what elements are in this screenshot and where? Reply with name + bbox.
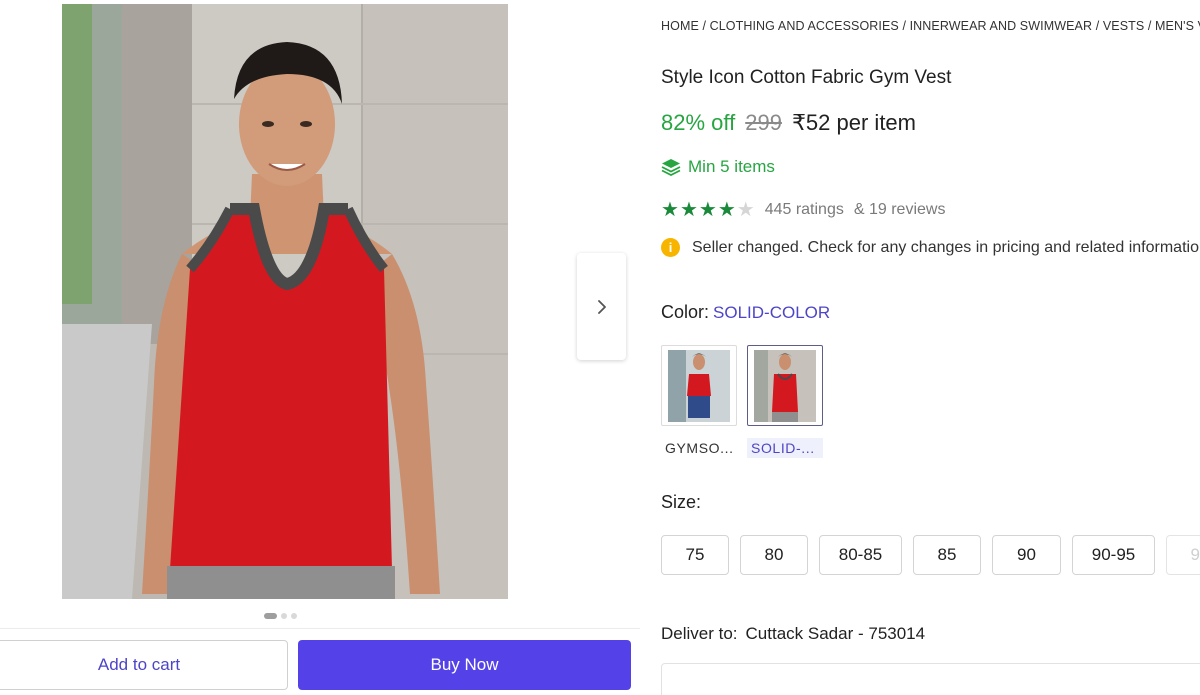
reviews-count: & 19 reviews <box>853 201 946 218</box>
color-swatch[interactable]: GYMSO... <box>661 345 737 458</box>
star-icon: ★ <box>679 199 698 221</box>
price-row: 82% off 299 ₹52 per item <box>661 110 916 136</box>
pagination-dot[interactable] <box>264 613 277 619</box>
pagination-dot[interactable] <box>291 613 297 619</box>
selling-price: ₹52 per item <box>791 110 916 135</box>
breadcrumb[interactable]: HOME / CLOTHING AND ACCESSORIES / INNERW… <box>661 19 1200 33</box>
swatch-label: SOLID-... <box>747 438 823 458</box>
info-icon: i <box>661 238 680 257</box>
rating-stars: ★ ★ ★ ★ ★ <box>661 200 755 220</box>
color-selector-heading: Color: SOLID-COLOR <box>661 302 830 323</box>
deliver-location-value: Cuttack Sadar - 753014 <box>745 624 926 643</box>
size-option[interactable]: 85 <box>913 535 981 575</box>
cta-bar: Add to cart Buy Now <box>0 628 640 695</box>
size-option[interactable]: 90-95 <box>1072 535 1155 575</box>
next-image-button[interactable] <box>577 253 626 360</box>
ratings-count: 445 ratings <box>764 201 844 218</box>
swatch-image <box>754 349 816 422</box>
deliver-to-label: Deliver to: <box>661 624 738 643</box>
size-option[interactable]: 75 <box>661 535 729 575</box>
color-selected-value: SOLID-COLOR <box>713 303 831 322</box>
image-pagination <box>264 613 297 619</box>
product-photo <box>62 4 508 599</box>
size-options: 75 80 80-85 85 90 90-95 95 <box>661 535 1200 575</box>
buy-now-button[interactable]: Buy Now <box>298 640 631 690</box>
swatch-image <box>668 349 730 422</box>
color-swatches: GYMSO... SOLID-... <box>661 345 823 458</box>
chevron-right-icon <box>597 299 606 314</box>
layers-icon <box>661 159 681 176</box>
product-image[interactable] <box>62 4 508 599</box>
product-gallery: Add to cart Buy Now <box>0 0 640 695</box>
mrp-price: 299 <box>745 110 782 135</box>
pagination-dot[interactable] <box>281 613 287 619</box>
color-label: Color: <box>661 302 710 322</box>
size-option[interactable]: 90 <box>992 535 1061 575</box>
rating-row[interactable]: ★ ★ ★ ★ ★ 445 ratings & 19 reviews <box>661 200 945 220</box>
star-icon: ★ <box>661 199 679 221</box>
product-details: HOME / CLOTHING AND ACCESSORIES / INNERW… <box>661 0 1200 695</box>
seller-notice-text: Seller changed. Check for any changes in… <box>692 238 1200 256</box>
swatch-thumbnail[interactable] <box>747 345 823 426</box>
size-option[interactable]: 95 <box>1166 535 1200 575</box>
star-empty-icon: ★ <box>736 199 755 221</box>
swatch-thumbnail[interactable] <box>661 345 737 426</box>
color-swatch-selected[interactable]: SOLID-... <box>747 345 823 458</box>
size-label: Size: <box>661 492 702 512</box>
min-items-badge: Min 5 items <box>661 157 775 177</box>
star-icon: ★ <box>698 199 717 221</box>
product-title: Style Icon Cotton Fabric Gym Vest <box>661 67 952 88</box>
swatch-label: GYMSO... <box>665 440 734 456</box>
size-option[interactable]: 80 <box>740 535 808 575</box>
add-to-cart-button[interactable]: Add to cart <box>0 640 288 690</box>
delivery-info-box <box>661 663 1200 695</box>
min-items-label: Min 5 items <box>688 157 775 176</box>
seller-notice: i Seller changed. Check for any changes … <box>661 238 1200 257</box>
size-option[interactable]: 80-85 <box>819 535 902 575</box>
discount-label: 82% off <box>661 110 736 135</box>
star-icon: ★ <box>717 199 736 221</box>
delivery-location[interactable]: Deliver to: Cuttack Sadar - 753014 <box>661 624 925 644</box>
